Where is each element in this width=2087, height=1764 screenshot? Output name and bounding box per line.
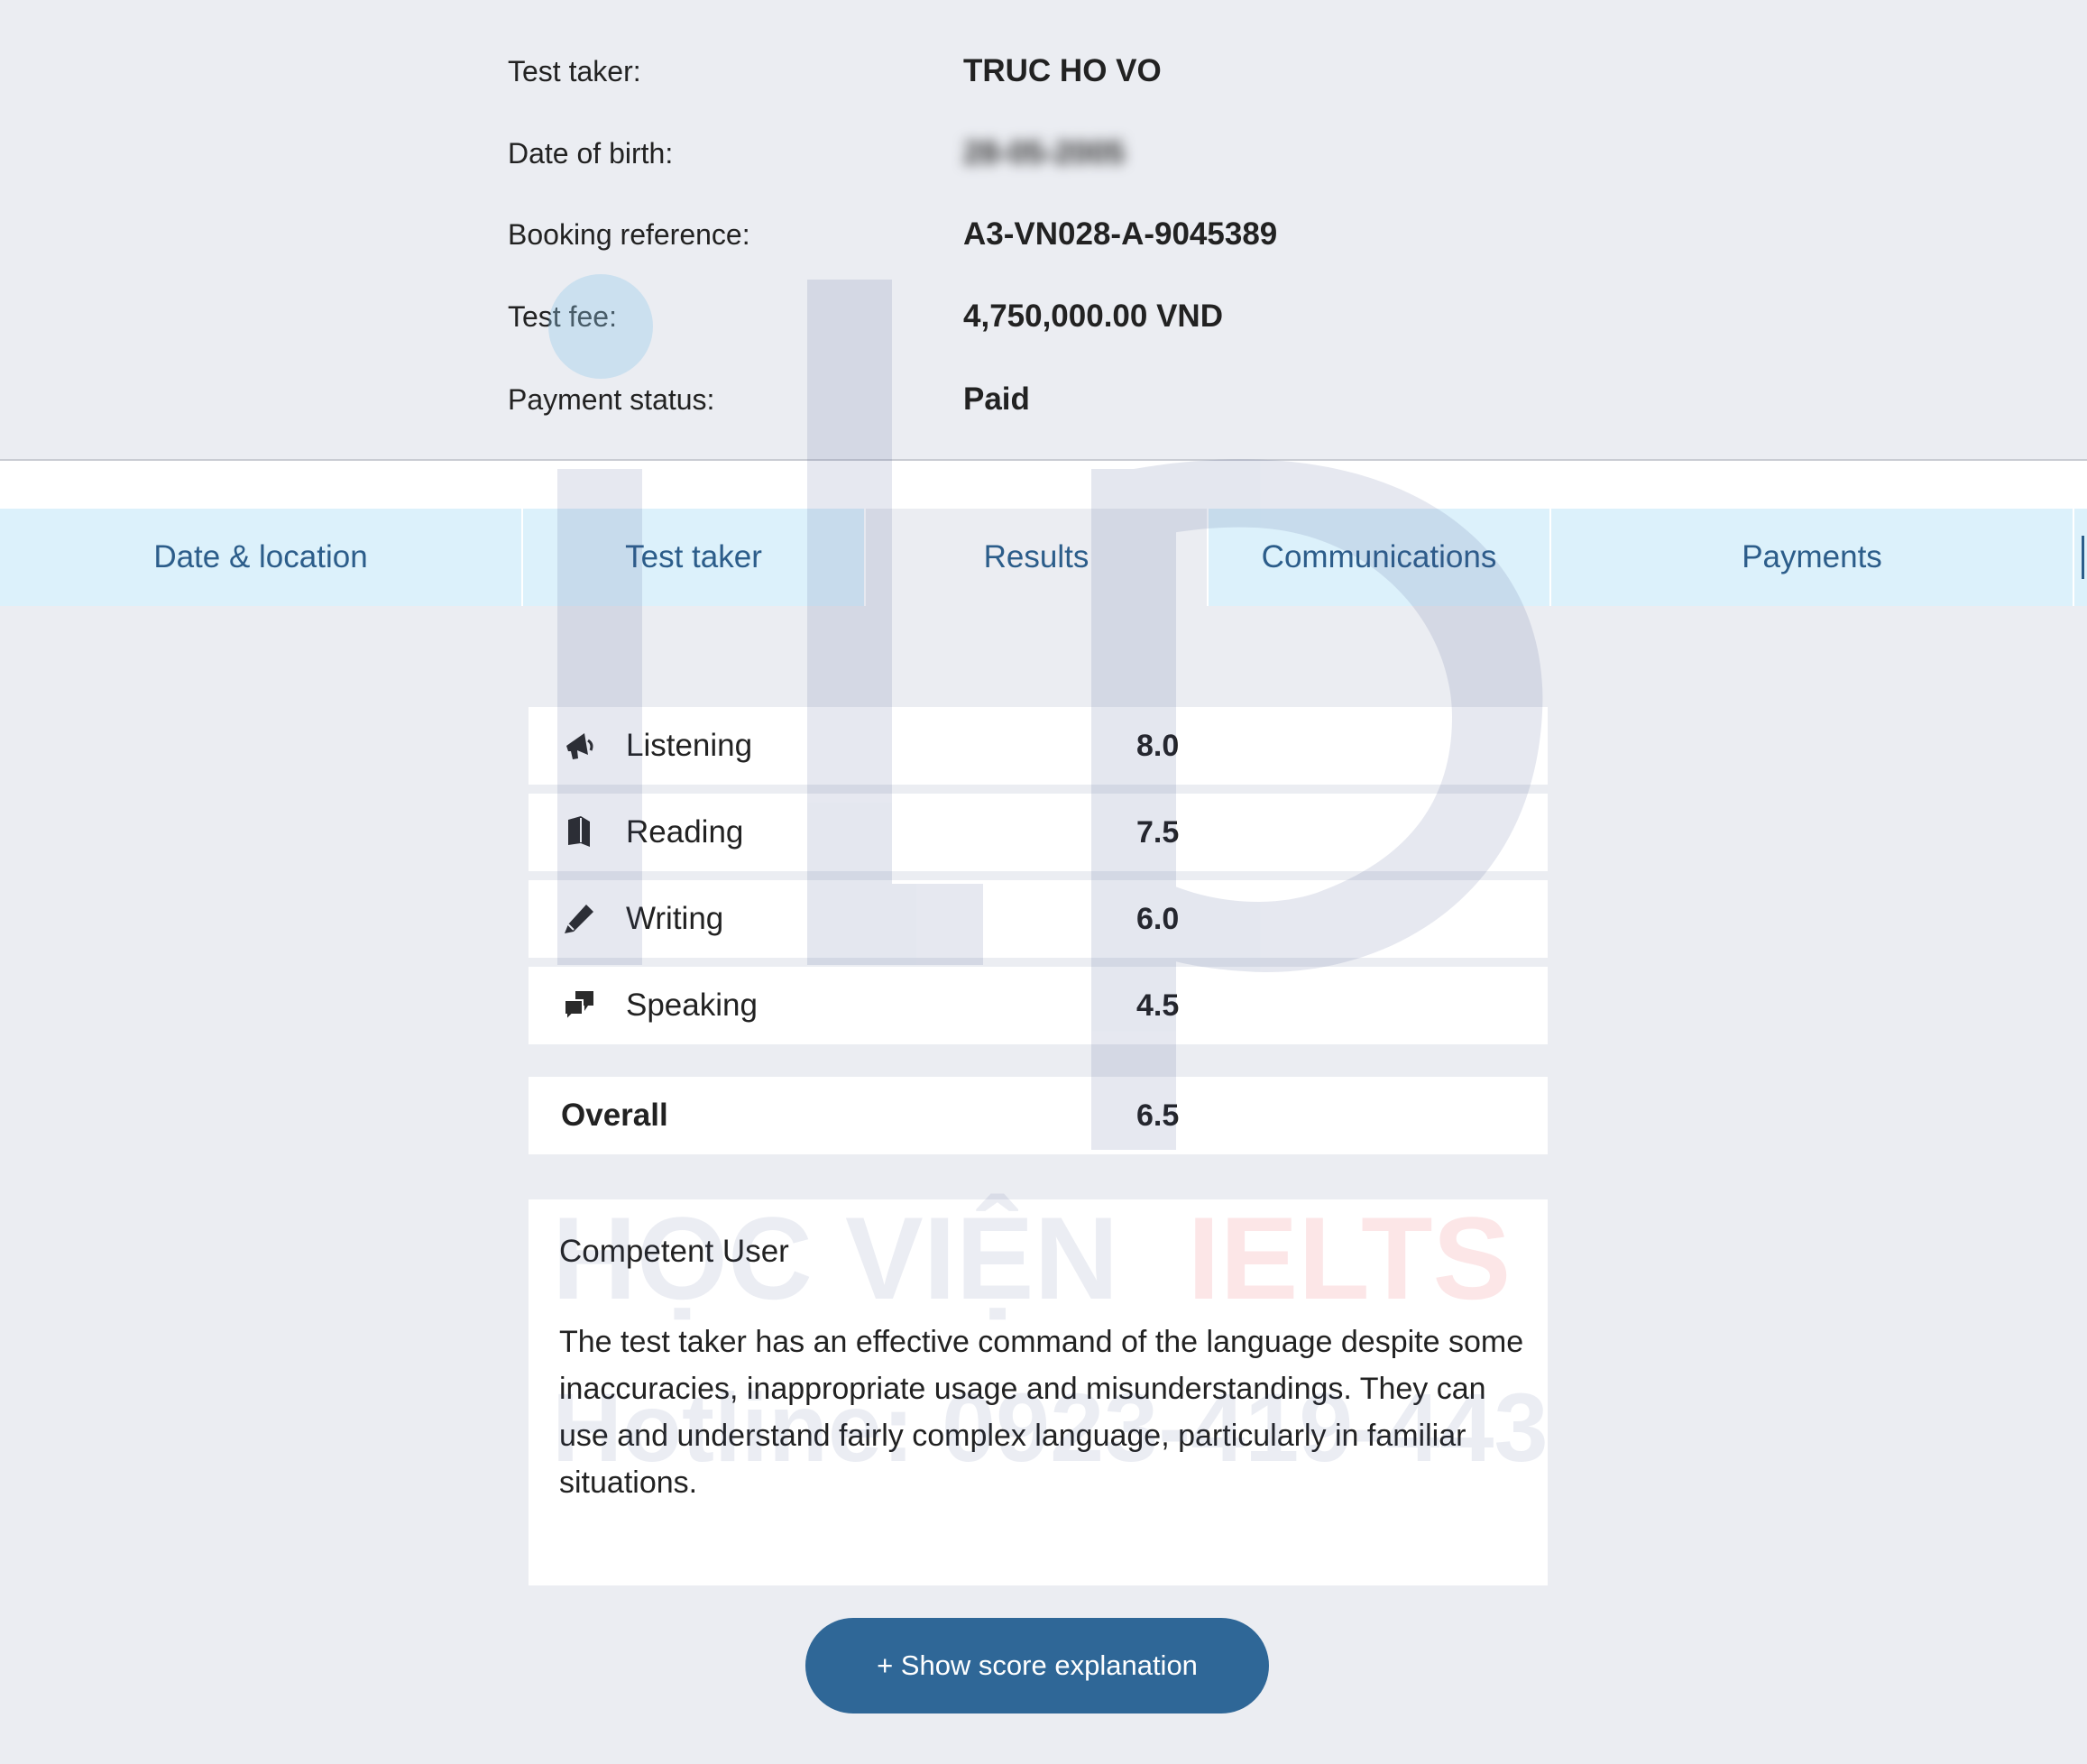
- date-of-birth-row: Date of birth: 28-05-2005: [0, 113, 2087, 194]
- score-row-listening: Listening 8.0: [529, 707, 1548, 785]
- score-row-reading: Reading 7.5: [529, 794, 1548, 871]
- tab-results[interactable]: Results: [866, 509, 1209, 606]
- tab-overflow-edge: [2082, 536, 2084, 579]
- tab-date-location[interactable]: Date & location: [0, 509, 523, 606]
- writing-score: 6.0: [1136, 902, 1180, 936]
- payment-status-label: Payment status:: [508, 383, 715, 416]
- test-fee-label: Test fee:: [508, 300, 617, 333]
- score-row-speaking: Speaking 4.5: [529, 967, 1548, 1044]
- booking-tabs: Date & location Test taker Results Commu…: [0, 509, 2087, 606]
- booking-reference-row: Booking reference: A3-VN028-A-9045389: [0, 194, 2087, 275]
- overall-score: 6.5: [1136, 1098, 1180, 1133]
- writing-label: Writing: [626, 901, 724, 936]
- speaking-label: Speaking: [626, 988, 758, 1023]
- header-spacer: [0, 461, 2087, 509]
- megaphone-icon: [561, 728, 597, 764]
- date-of-birth-label: Date of birth:: [508, 137, 674, 170]
- booking-details: Test taker: TRUC HO VO Date of birth: 28…: [0, 0, 2087, 460]
- test-taker-value: TRUC HO VO: [963, 53, 1162, 88]
- speech-bubbles-icon: [561, 988, 597, 1024]
- booking-reference-label: Booking reference:: [508, 218, 750, 251]
- book-icon: [561, 814, 597, 850]
- test-fee-value: 4,750,000.00 VND: [963, 299, 1223, 334]
- booking-reference-value: A3-VN028-A-9045389: [963, 216, 1278, 252]
- speaking-score: 4.5: [1136, 988, 1180, 1023]
- overall-score-row: Overall 6.5: [529, 1077, 1548, 1154]
- band-description: Competent User The test taker has an eff…: [529, 1199, 1548, 1585]
- tab-test-taker[interactable]: Test taker: [523, 509, 866, 606]
- reading-score: 7.5: [1136, 815, 1180, 850]
- payment-status-value: Paid: [963, 381, 1030, 417]
- overall-label: Overall: [561, 1098, 668, 1133]
- score-row-writing: Writing 6.0: [529, 880, 1548, 958]
- test-taker-row: Test taker: TRUC HO VO: [0, 31, 2087, 112]
- test-fee-row: Test fee: 4,750,000.00 VND: [0, 276, 2087, 357]
- test-taker-label: Test taker:: [508, 55, 641, 87]
- show-score-explanation-button[interactable]: + Show score explanation: [805, 1618, 1269, 1713]
- reading-label: Reading: [626, 814, 744, 850]
- listening-score: 8.0: [1136, 729, 1180, 763]
- band-description-text: The test taker has an effective command …: [559, 1325, 1524, 1500]
- tab-communications[interactable]: Communications: [1209, 509, 1551, 606]
- listening-label: Listening: [626, 728, 753, 763]
- date-of-birth-value: 28-05-2005: [963, 135, 1126, 170]
- pencil-icon: [561, 901, 597, 937]
- band-level-title: Competent User: [559, 1234, 789, 1269]
- tab-payments[interactable]: Payments: [1551, 509, 2074, 606]
- payment-status-row: Payment status: Paid: [0, 359, 2087, 440]
